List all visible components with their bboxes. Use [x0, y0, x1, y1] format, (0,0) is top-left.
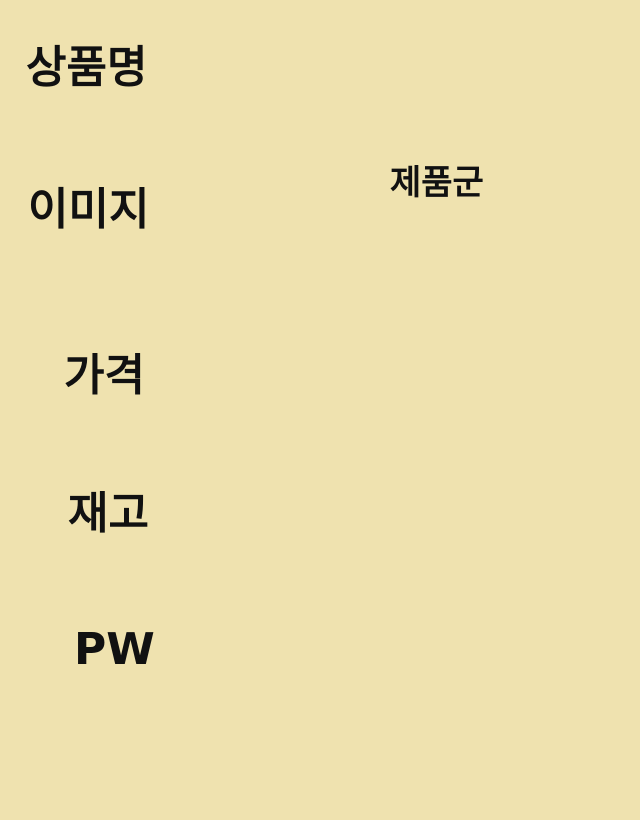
pw-label: PW — [74, 624, 155, 675]
image-label: 이미지 — [28, 184, 150, 235]
price-label: 가격 — [64, 350, 145, 401]
product-name-label: 상품명 — [26, 42, 148, 93]
stock-label: 재고 — [68, 488, 149, 539]
category-label: 제품군 — [390, 163, 484, 203]
